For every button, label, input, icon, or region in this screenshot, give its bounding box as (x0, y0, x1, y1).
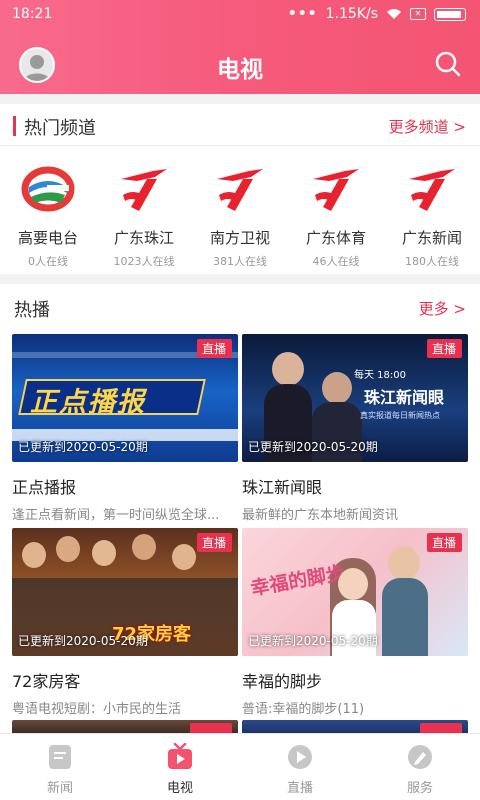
wifi-icon (387, 9, 401, 19)
status-bar: 18:21 ••• 1.15K/s ✕ (0, 0, 480, 30)
channel-name: 高要电台 (17, 229, 78, 247)
status-icons: ••• 1.15K/s ✕ (288, 6, 466, 22)
battery-icon (434, 7, 466, 21)
thumbnail-subtitle-text: 真实报道每日新闻热点 (360, 411, 440, 420)
program-card[interactable]: 幸福的脚步 直播 已更新到2020-05-20期 幸福的脚步 普语:幸福的脚步(… (242, 528, 468, 717)
program-card[interactable]: 正点播报 直播 已更新到2020-05-20期 正点播报 逢正点看新闻，第一时间… (12, 334, 238, 523)
channel-online-count: 180人在线 (405, 255, 459, 268)
update-label: 已更新到2020-05-20期 (18, 634, 148, 648)
update-label: 已更新到2020-05-20期 (248, 440, 378, 454)
hot-channels-header: 热门频道 更多频道 > (0, 108, 480, 144)
channel-item[interactable]: 广东体育 46人在线 (288, 160, 384, 270)
channel-item[interactable]: 南方卫视 381人在线 (192, 160, 288, 270)
more-dots-icon: ••• (287, 6, 318, 22)
gdtv-logo-icon (409, 169, 455, 211)
gdtv-logo-icon (121, 169, 167, 211)
page-title: 电视 (217, 57, 263, 83)
divider (0, 145, 480, 146)
update-label: 已更新到2020-05-20期 (18, 440, 148, 454)
divider (0, 274, 480, 284)
program-card[interactable]: 72家房客 直播 已更新到2020-05-20期 72家房客 粤语电视短剧：小市… (12, 528, 238, 717)
program-thumbnail-partial (242, 720, 468, 734)
tab-label: 新闻 (46, 781, 73, 796)
channel-name: 广东新闻 (401, 229, 462, 247)
channel-item[interactable]: 高要电台 0人在线 (0, 160, 96, 270)
thumbnail-title-text: 珠江新闻眼 (364, 388, 445, 407)
channel-online-count: 46人在线 (312, 255, 360, 268)
tab-tv[interactable]: 电视 (120, 734, 240, 800)
channel-item[interactable]: 广东珠江 1023人在线 (96, 160, 192, 270)
tab-label: 直播 (286, 781, 313, 796)
program-description: 逢正点看新闻，第一时间纵览全球... (12, 508, 220, 523)
program-thumbnail: 幸福的脚步 直播 已更新到2020-05-20期 (242, 528, 468, 656)
gaoyao-radio-logo-icon (21, 166, 75, 212)
live-badge: 直播 (196, 533, 232, 552)
live-play-icon (288, 745, 312, 769)
channel-name: 南方卫视 (209, 229, 270, 247)
update-label: 已更新到2020-05-20期 (248, 634, 378, 648)
channel-online-count: 1023人在线 (113, 255, 175, 268)
channel-online-count: 381人在线 (213, 255, 267, 268)
tab-live[interactable]: 直播 (240, 734, 360, 800)
channel-name: 广东体育 (305, 229, 366, 247)
hot-broadcast-title: 热播 (14, 300, 50, 321)
news-icon (49, 745, 71, 769)
service-icon (408, 745, 432, 769)
hot-broadcast-header: 热播 更多 > (0, 290, 480, 326)
tab-service[interactable]: 服务 (360, 734, 480, 800)
divider (0, 94, 480, 104)
sim-icon: ✕ (410, 8, 426, 20)
channel-name: 广东珠江 (113, 229, 174, 247)
tab-label: 服务 (406, 781, 433, 796)
more-broadcast-link[interactable]: 更多 > (419, 298, 466, 319)
program-title: 正点播报 (12, 478, 77, 497)
live-badge: 直播 (196, 339, 232, 358)
program-card[interactable]: 每天 18:00 珠江新闻眼 真实报道每日新闻热点 直播 已更新到2020-05… (242, 334, 468, 523)
program-description: 普语:幸福的脚步(11) (242, 702, 365, 717)
network-speed: 1.15K/s (325, 6, 378, 22)
program-title: 72家房客 (12, 672, 81, 691)
hot-channels-title: 热门频道 (24, 118, 96, 139)
program-description: 最新鲜的广东本地新闻资讯 (242, 508, 399, 523)
program-description: 粤语电视短剧：小市民的生活 (12, 702, 182, 717)
live-badge: 直播 (426, 533, 462, 552)
app-header: 18:21 ••• 1.15K/s ✕ 电视 (0, 0, 480, 94)
tab-label: 电视 (166, 781, 193, 796)
thumbnail-schedule-text: 每天 18:00 (354, 370, 406, 381)
search-icon[interactable] (434, 50, 462, 78)
program-thumbnail: 正点播报 直播 已更新到2020-05-20期 (12, 334, 238, 462)
gdtv-logo-icon (313, 169, 359, 211)
program-thumbnail: 72家房客 直播 已更新到2020-05-20期 (12, 528, 238, 656)
thumbnail-title-text: 正点播报 (30, 387, 146, 418)
program-thumbnail: 每天 18:00 珠江新闻眼 真实报道每日新闻热点 直播 已更新到2020-05… (242, 334, 468, 462)
status-time: 18:21 (12, 6, 53, 22)
tab-news[interactable]: 新闻 (0, 734, 120, 800)
channel-item[interactable]: 广东新闻 180人在线 (384, 160, 480, 270)
channel-online-count: 0人在线 (28, 255, 68, 268)
gdtv-logo-icon (217, 169, 263, 211)
program-title: 珠江新闻眼 (242, 478, 323, 497)
program-title: 幸福的脚步 (242, 672, 323, 691)
section-accent-bar (13, 116, 16, 136)
bottom-tab-bar: 新闻 电视 直播 服务 (0, 733, 480, 800)
channel-list: 高要电台 0人在线 广东珠江 1023人在线 南方卫视 381人在线 广东体育 … (0, 160, 480, 270)
more-channels-link[interactable]: 更多频道 > (389, 116, 466, 137)
live-badge: 直播 (426, 339, 462, 358)
program-thumbnail-partial (12, 720, 238, 734)
tv-icon (168, 743, 192, 769)
